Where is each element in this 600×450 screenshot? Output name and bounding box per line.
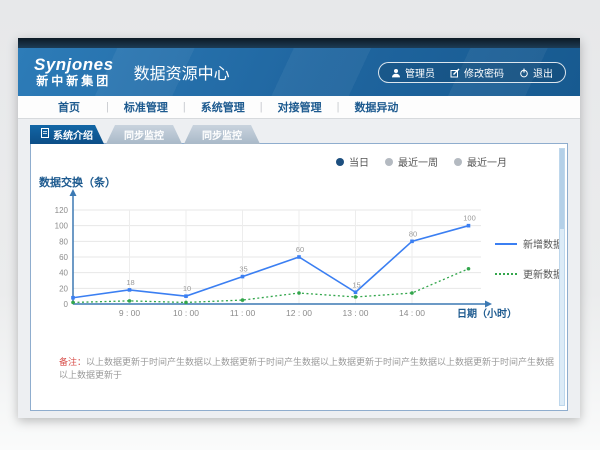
filter-label: 当日 <box>349 154 369 169</box>
tab-sync-monitor-2[interactable]: 同步监控 <box>184 125 260 144</box>
edit-icon <box>450 68 460 78</box>
current-user[interactable]: 管理员 <box>391 65 435 80</box>
tab-bar: 系统介绍 同步监控 同步监控 <box>30 125 260 144</box>
svg-text:11 : 00: 11 : 00 <box>230 308 256 318</box>
svg-text:60: 60 <box>296 245 304 254</box>
filter-label: 最近一月 <box>467 154 507 169</box>
svg-text:9 : 00: 9 : 00 <box>119 308 141 318</box>
line-chart: 0 20 40 60 80 100 120 9 : 00 10 : 00 11 : 00 12 : … <box>39 186 519 336</box>
chart-legend: 新增数据 更新数据 <box>495 236 563 296</box>
filter-last-month[interactable]: 最近一月 <box>454 154 507 169</box>
app-window: Synjones 新中新集团 数据资源中心 管理员 修改密码 退出 <box>18 38 580 418</box>
scrollbar-thumb[interactable] <box>560 149 564 229</box>
legend-label: 更新数据 <box>523 266 563 281</box>
filter-last-week[interactable]: 最近一周 <box>385 154 438 169</box>
footnote-text: 以上数据更新于时间产生数据以上数据更新于时间产生数据以上数据更新于时间产生数据以… <box>59 357 554 380</box>
change-password-label: 修改密码 <box>464 65 504 80</box>
svg-text:60: 60 <box>59 253 68 262</box>
radio-icon <box>336 158 344 166</box>
change-password-button[interactable]: 修改密码 <box>450 65 504 80</box>
svg-text:20: 20 <box>59 284 68 293</box>
svg-text:15: 15 <box>352 280 360 289</box>
svg-text:18: 18 <box>126 278 134 287</box>
svg-text:13 : 00: 13 : 00 <box>343 308 369 318</box>
brand-logo: Synjones 新中新集团 <box>34 56 114 88</box>
svg-text:100: 100 <box>55 222 69 231</box>
svg-text:100: 100 <box>463 214 476 223</box>
svg-text:12 : 00: 12 : 00 <box>286 308 312 318</box>
svg-text:120: 120 <box>55 206 69 215</box>
footnote: 备注：以上数据更新于时间产生数据以上数据更新于时间产生数据以上数据更新于时间产生… <box>59 356 561 381</box>
tab-label: 同步监控 <box>124 127 164 142</box>
tab-label: 系统介绍 <box>53 127 93 142</box>
main-nav: 首页 | 标准管理 | 系统管理 | 对接管理 | 数据异动 <box>18 96 580 119</box>
legend-line-sample <box>495 243 517 245</box>
time-range-filter: 当日 最近一周 最近一月 <box>336 154 507 169</box>
window-top-strip <box>18 38 580 48</box>
svg-text:14 : 00: 14 : 00 <box>399 308 425 318</box>
nav-item-data-changes[interactable]: 数据异动 <box>339 99 413 115</box>
document-icon <box>41 128 49 141</box>
legend-item-new-data: 新增数据 <box>495 236 563 251</box>
logout-button[interactable]: 退出 <box>519 65 553 80</box>
legend-item-update-data: 更新数据 <box>495 266 563 281</box>
radio-icon <box>385 158 393 166</box>
svg-text:35: 35 <box>239 265 247 274</box>
app-header: Synjones 新中新集团 数据资源中心 管理员 修改密码 退出 <box>18 48 580 96</box>
nav-item-standards[interactable]: 标准管理 <box>109 99 183 115</box>
svg-text:10: 10 <box>183 284 191 293</box>
svg-text:40: 40 <box>59 269 68 278</box>
filter-label: 最近一周 <box>398 154 438 169</box>
tab-system-intro[interactable]: 系统介绍 <box>30 125 104 144</box>
nav-item-home[interactable]: 首页 <box>32 99 106 115</box>
user-icon <box>391 68 401 78</box>
page-title: 数据资源中心 <box>134 60 230 84</box>
svg-text:80: 80 <box>409 229 417 238</box>
legend-label: 新增数据 <box>523 236 563 251</box>
tab-label: 同步监控 <box>202 127 242 142</box>
svg-text:80: 80 <box>59 237 68 246</box>
user-name-label: 管理员 <box>405 65 435 80</box>
svg-text:0: 0 <box>64 300 69 309</box>
svg-text:10 : 00: 10 : 00 <box>173 308 199 318</box>
tab-sync-monitor-1[interactable]: 同步监控 <box>106 125 182 144</box>
legend-line-sample <box>495 273 517 275</box>
nav-item-integration[interactable]: 对接管理 <box>263 99 337 115</box>
svg-text:日期（小时）: 日期（小时） <box>457 307 517 320</box>
content-area: 系统介绍 同步监控 同步监控 当日 最近一周 <box>18 119 580 418</box>
nav-item-system[interactable]: 系统管理 <box>186 99 260 115</box>
power-icon <box>519 68 529 78</box>
logout-label: 退出 <box>533 65 553 80</box>
brand-name: Synjones <box>34 56 114 75</box>
user-toolbar: 管理员 修改密码 退出 <box>378 62 566 83</box>
radio-icon <box>454 158 462 166</box>
footnote-prefix: 备注： <box>59 357 86 367</box>
chart-panel: 当日 最近一周 最近一月 数据交换（条） 0204060801001209 : … <box>30 143 568 411</box>
brand-company: 新中新集团 <box>34 75 114 88</box>
filter-today[interactable]: 当日 <box>336 154 369 169</box>
